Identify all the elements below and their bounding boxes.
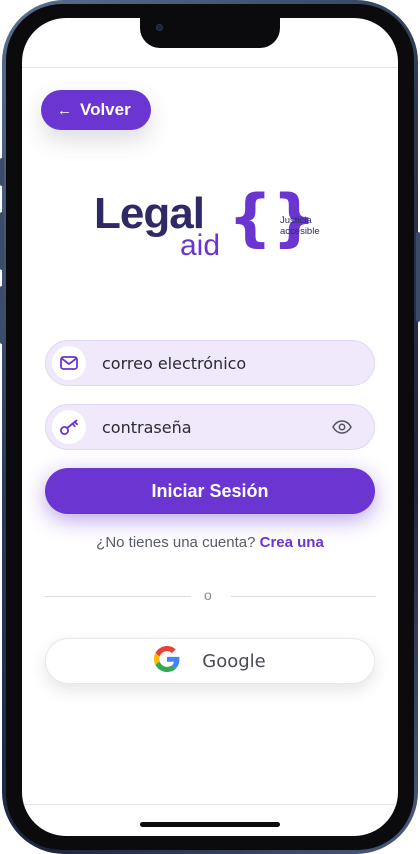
device-stage: ← Volver Legal aid {} Justicia accesible [0, 0, 420, 854]
logo-wordmark-aid: aid [180, 229, 221, 262]
volume-down-button [0, 286, 4, 344]
logo-tagline-line2: accesible [280, 226, 320, 237]
google-signin-button[interactable]: Google [45, 638, 375, 684]
email-field[interactable] [45, 340, 375, 386]
logo-tagline: Justicia accesible [280, 215, 340, 237]
app-logo: Legal aid {} Justicia accesible [94, 187, 334, 268]
divider-line-left [45, 596, 191, 597]
status-bar-divider [22, 67, 398, 68]
divider-label: o [204, 587, 212, 603]
password-field[interactable] [45, 404, 375, 450]
arrow-left-icon: ← [57, 101, 72, 119]
signup-prompt-row: ¿No tienes una cuenta? Crea una [22, 534, 398, 551]
power-button [416, 232, 420, 322]
key-icon [52, 410, 86, 444]
password-input[interactable] [100, 416, 330, 438]
notch [140, 18, 280, 48]
back-button-label: Volver [80, 100, 131, 119]
divider-line-right [231, 596, 376, 597]
google-icon [154, 645, 180, 677]
create-account-link[interactable]: Crea una [260, 534, 324, 551]
google-button-label: Google [202, 650, 266, 672]
volume-up-button [0, 212, 4, 270]
email-input[interactable] [100, 352, 374, 374]
eye-icon[interactable] [330, 415, 354, 439]
login-button[interactable]: Iniciar Sesión [45, 468, 375, 514]
bottom-divider [22, 804, 398, 805]
camera-icon [156, 24, 163, 31]
logo-tagline-line1: Justicia [280, 215, 312, 226]
signup-prompt-text: ¿No tienes una cuenta? [96, 534, 256, 551]
back-button[interactable]: ← Volver [41, 90, 151, 130]
screen: ← Volver Legal aid {} Justicia accesible [22, 18, 398, 836]
mail-icon [52, 346, 86, 380]
home-indicator [140, 822, 280, 827]
mute-switch [0, 158, 4, 186]
